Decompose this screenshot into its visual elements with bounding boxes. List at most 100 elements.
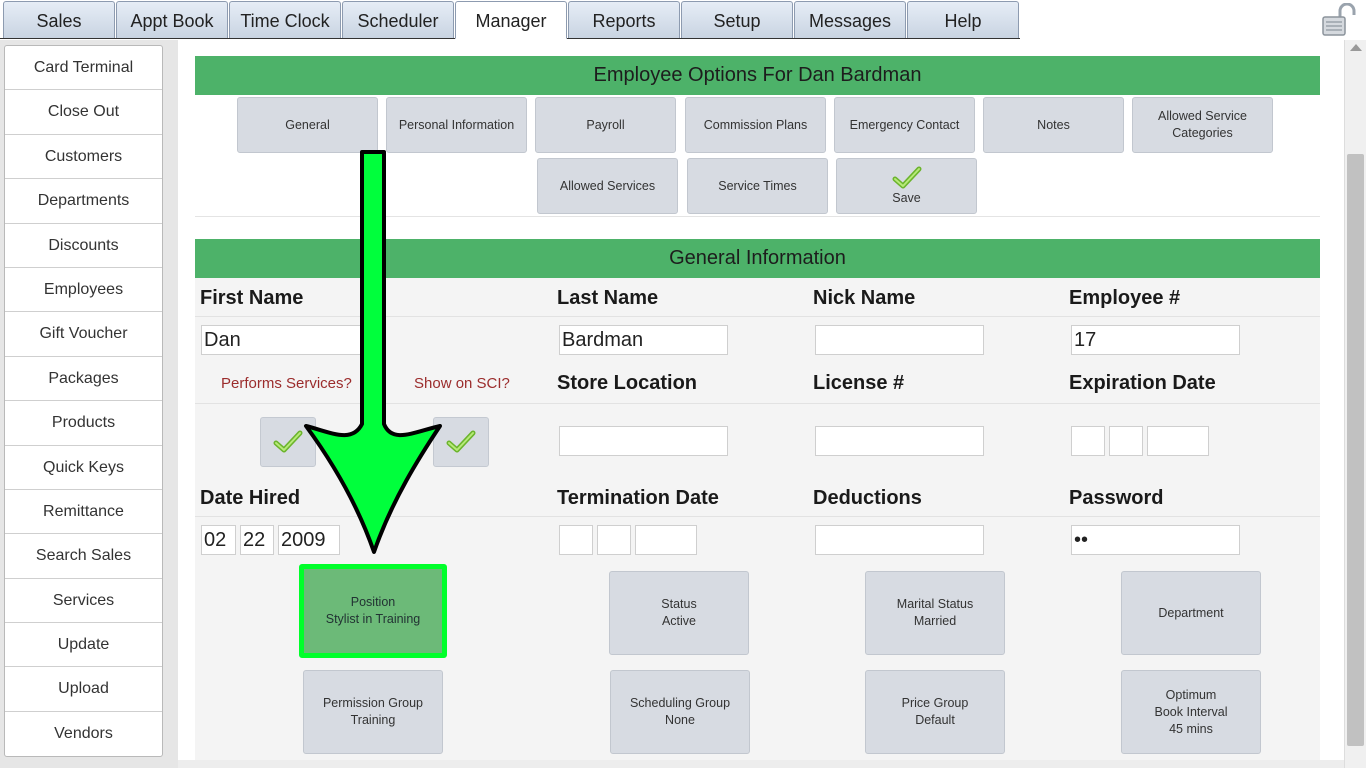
sidebar-item-products[interactable]: Products bbox=[5, 401, 162, 446]
password-label: Password bbox=[1069, 487, 1164, 509]
show-on-sci-checkbox[interactable] bbox=[433, 417, 489, 467]
sidebar-item-card-terminal[interactable]: Card Terminal bbox=[5, 46, 162, 91]
permission-group-title: Permission Group bbox=[322, 696, 424, 710]
optimum-book-interval-title: Optimum Book Interval bbox=[1154, 687, 1228, 719]
last-name-label: Last Name bbox=[557, 287, 659, 309]
tab-sales[interactable]: Sales bbox=[3, 1, 115, 38]
general-information-header: General Information bbox=[195, 239, 1320, 278]
performs-services-label: Performs Services? bbox=[221, 375, 352, 392]
first-name-input[interactable]: Dan bbox=[201, 325, 361, 355]
sidebar-item-upload[interactable]: Upload bbox=[5, 667, 162, 712]
store-location-input[interactable] bbox=[559, 426, 728, 456]
sidebar-item-packages[interactable]: Packages bbox=[5, 357, 162, 402]
row-divider bbox=[195, 516, 1320, 517]
performs-services-checkbox[interactable] bbox=[260, 417, 316, 467]
marital-status-value: Married bbox=[913, 614, 957, 628]
termination-day-input[interactable] bbox=[597, 525, 631, 555]
vertical-scrollbar[interactable] bbox=[1344, 40, 1366, 768]
optimum-book-interval-value: 45 mins bbox=[1169, 721, 1213, 736]
deductions-input[interactable] bbox=[815, 525, 984, 555]
expiration-day-input[interactable] bbox=[1109, 426, 1143, 456]
sidebar-item-gift-voucher[interactable]: Gift Voucher bbox=[5, 312, 162, 357]
marital-status-title: Marital Status bbox=[896, 597, 974, 611]
hired-month-input[interactable]: 02 bbox=[201, 525, 236, 555]
sidebar-item-search-sales[interactable]: Search Sales bbox=[5, 534, 162, 579]
checkmark-icon bbox=[892, 166, 921, 188]
tab-reports[interactable]: Reports bbox=[568, 1, 680, 38]
status-button[interactable]: Status Active bbox=[609, 571, 749, 655]
sidebar-item-employees[interactable]: Employees bbox=[5, 268, 162, 313]
sidebar-item-close-out[interactable]: Close Out bbox=[5, 90, 162, 135]
position-button[interactable]: Position Stylist in Training bbox=[299, 564, 447, 658]
termination-year-input[interactable] bbox=[635, 525, 697, 555]
permission-group-button[interactable]: Permission Group Training bbox=[303, 670, 443, 754]
scheduling-group-value: None bbox=[665, 713, 695, 727]
employee-number-label: Employee # bbox=[1069, 287, 1181, 309]
department-button[interactable]: Department bbox=[1121, 571, 1261, 655]
sidebar-item-customers[interactable]: Customers bbox=[5, 135, 162, 180]
service-times-button[interactable]: Service Times bbox=[687, 158, 828, 214]
scroll-thumb[interactable] bbox=[1347, 154, 1364, 746]
tab-setup[interactable]: Setup bbox=[681, 1, 793, 38]
sidebar-item-services[interactable]: Services bbox=[5, 579, 162, 624]
termination-month-input[interactable] bbox=[559, 525, 593, 555]
expiration-date-label: Expiration Date bbox=[1069, 372, 1216, 394]
sidebar-item-vendors[interactable]: Vendors bbox=[5, 712, 162, 756]
price-group-button[interactable]: Price Group Default bbox=[865, 670, 1005, 754]
options-divider bbox=[195, 216, 1320, 217]
scheduling-group-button[interactable]: Scheduling Group None bbox=[610, 670, 750, 754]
checkmark-icon bbox=[273, 430, 303, 453]
expiration-month-input[interactable] bbox=[1071, 426, 1105, 456]
permission-group-value: Training bbox=[350, 713, 396, 727]
expiration-year-input[interactable] bbox=[1147, 426, 1209, 456]
row-divider bbox=[195, 403, 1320, 404]
hired-year-input[interactable]: 2009 bbox=[278, 525, 340, 555]
show-on-sci-label: Show on SCI? bbox=[414, 375, 510, 392]
tab-help[interactable]: Help bbox=[907, 1, 1019, 38]
payroll-button[interactable]: Payroll bbox=[535, 97, 676, 153]
tab-appt-book[interactable]: Appt Book bbox=[116, 1, 228, 38]
sidebar-item-remittance[interactable]: Remittance bbox=[5, 490, 162, 535]
date-hired-label: Date Hired bbox=[200, 487, 301, 509]
unlock-icon[interactable] bbox=[1320, 3, 1356, 37]
department-title: Department bbox=[1158, 605, 1224, 620]
deductions-label: Deductions bbox=[813, 487, 922, 509]
status-value: Active bbox=[661, 614, 697, 628]
main-content: Employee Options For Dan Bardman General… bbox=[178, 40, 1344, 768]
store-location-label: Store Location bbox=[557, 372, 698, 394]
allowed-service-categories-button[interactable]: Allowed Service Categories bbox=[1132, 97, 1273, 153]
tab-scheduler[interactable]: Scheduler bbox=[342, 1, 454, 38]
tab-time-clock[interactable]: Time Clock bbox=[229, 1, 341, 38]
emergency-contact-button[interactable]: Emergency Contact bbox=[834, 97, 975, 153]
license-number-input[interactable] bbox=[815, 426, 984, 456]
personal-information-button[interactable]: Personal Information bbox=[386, 97, 527, 153]
position-value: Stylist in Training bbox=[325, 612, 421, 626]
tab-messages[interactable]: Messages bbox=[794, 1, 906, 38]
sidebar-item-update[interactable]: Update bbox=[5, 623, 162, 668]
optimum-book-interval-button[interactable]: Optimum Book Interval 45 mins bbox=[1121, 670, 1261, 754]
notes-button[interactable]: Notes bbox=[983, 97, 1124, 153]
last-name-input[interactable]: Bardman bbox=[559, 325, 728, 355]
commission-plans-button[interactable]: Commission Plans bbox=[685, 97, 826, 153]
sidebar-item-departments[interactable]: Departments bbox=[5, 179, 162, 224]
scroll-up-icon[interactable] bbox=[1350, 44, 1362, 51]
sidebar-item-quick-keys[interactable]: Quick Keys bbox=[5, 446, 162, 490]
allowed-services-button[interactable]: Allowed Services bbox=[537, 158, 678, 214]
marital-status-button[interactable]: Marital Status Married bbox=[865, 571, 1005, 655]
hired-day-input[interactable]: 22 bbox=[240, 525, 274, 555]
sidebar-item-discounts[interactable]: Discounts bbox=[5, 224, 162, 268]
employee-number-input[interactable]: 17 bbox=[1071, 325, 1240, 355]
general-button[interactable]: General bbox=[237, 97, 378, 153]
row-divider bbox=[195, 316, 1320, 317]
first-name-label: First Name bbox=[200, 287, 304, 309]
save-button[interactable]: Save bbox=[836, 158, 977, 214]
position-title: Position bbox=[350, 595, 396, 609]
password-input[interactable]: •• bbox=[1071, 525, 1240, 555]
checkmark-icon bbox=[446, 430, 476, 453]
status-title: Status bbox=[661, 597, 697, 611]
sidebar: Card Terminal Close Out Customers Depart… bbox=[0, 40, 178, 768]
tab-manager[interactable]: Manager bbox=[455, 1, 567, 39]
nick-name-label: Nick Name bbox=[813, 287, 916, 309]
top-tab-bar: Sales Appt Book Time Clock Scheduler Man… bbox=[0, 0, 1020, 39]
nick-name-input[interactable] bbox=[815, 325, 984, 355]
